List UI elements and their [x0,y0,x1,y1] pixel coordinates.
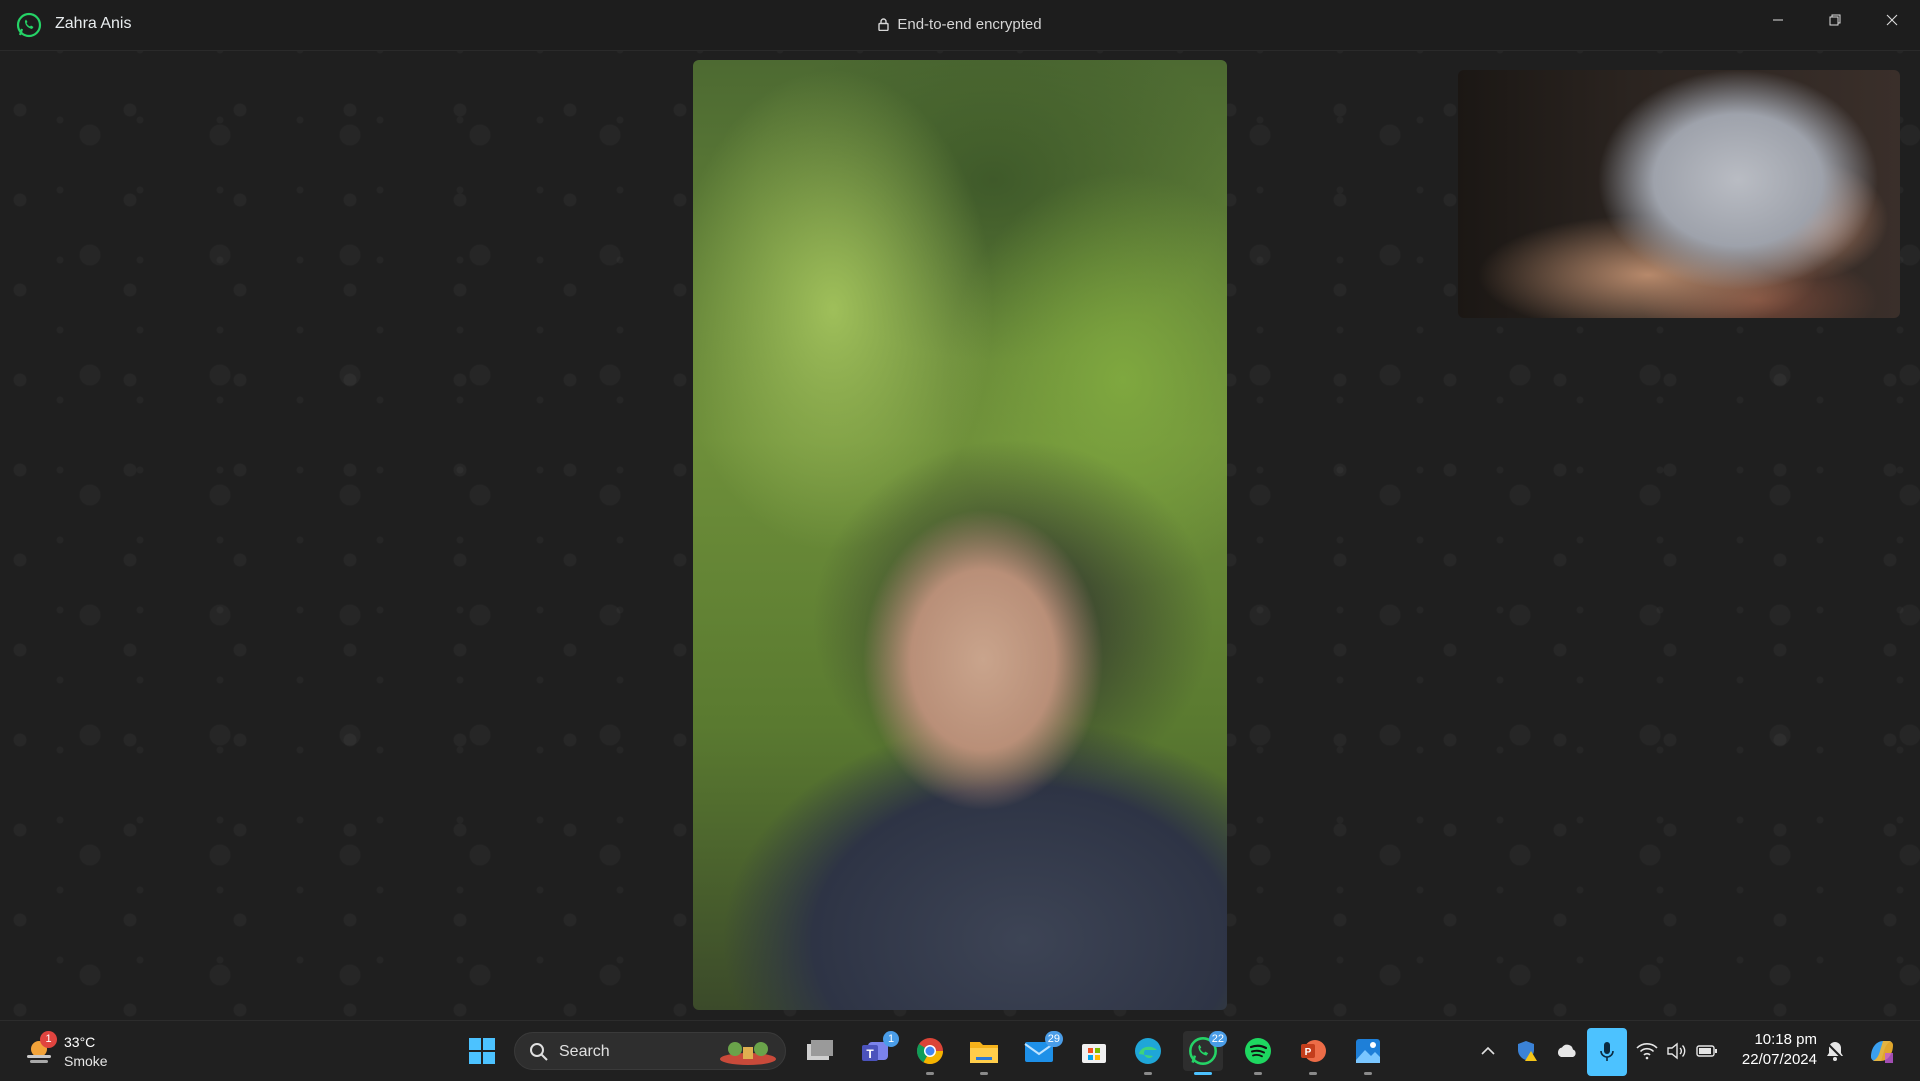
powerpoint-icon: P [1301,1040,1326,1062]
taskbar-app-teams[interactable]: T 1 [855,1031,899,1071]
remote-video-feed [693,60,1227,1010]
start-button[interactable] [462,1031,502,1071]
spotify-icon [1245,1038,1271,1064]
clock[interactable]: 10:18 pm 22/07/2024 [1735,1031,1817,1068]
show-hidden-icons-button[interactable] [1475,1035,1501,1067]
weather-notification-badge: 1 [40,1031,57,1048]
taskbar-search[interactable]: Search [514,1032,786,1070]
tray-battery[interactable] [1694,1035,1720,1067]
tray-onedrive[interactable] [1554,1035,1580,1067]
clock-time: 10:18 pm [1754,1031,1817,1048]
title-bar: Zahra Anis End-to-end encrypted [0,0,1920,51]
taskbar: 1 33°C Smoke Search T 1 29 22 P 10:18 pm… [0,1020,1920,1081]
clock-date: 22/07/2024 [1741,1051,1817,1068]
microphone-in-use-button[interactable] [1587,1028,1627,1076]
speaker-icon [1667,1042,1686,1060]
whatsapp-active-indicator [1194,1072,1212,1075]
spotify-running-indicator [1254,1072,1262,1075]
weather-widget[interactable]: 1 33°C Smoke [20,1031,130,1071]
security-shield-warning-icon [1518,1041,1537,1061]
mail-badge: 29 [1044,1031,1063,1047]
notification-bell-do-not-disturb-icon [1826,1042,1844,1061]
tray-volume[interactable] [1664,1035,1690,1067]
cloud-icon [1557,1044,1576,1057]
lock-icon [878,18,890,31]
taskbar-app-task-view[interactable] [800,1031,840,1071]
svg-text:P: P [1305,1047,1312,1058]
taskbar-app-chrome[interactable] [910,1031,950,1075]
weather-condition: Smoke [64,1053,108,1069]
notifications-button[interactable] [1822,1035,1848,1067]
taskbar-app-whatsapp[interactable]: 22 [1183,1031,1227,1075]
windows-logo-icon [469,1038,495,1064]
file-explorer-running-indicator [980,1072,988,1075]
weather-temperature: 33°C [64,1034,96,1050]
window-controls [1749,0,1920,40]
restore-icon [1829,14,1840,26]
tray-security[interactable] [1515,1035,1541,1067]
close-button[interactable] [1863,0,1920,40]
store-icon [1082,1044,1106,1063]
microphone-icon [1600,1042,1614,1061]
restore-button[interactable] [1806,0,1863,40]
chevron-up-icon [1481,1046,1495,1055]
search-icon [530,1043,548,1061]
call-window: Zahra Anis End-to-end encrypted [0,0,1920,1020]
tray-wifi[interactable] [1634,1035,1660,1067]
wifi-icon [1636,1043,1658,1060]
taskbar-app-mail[interactable]: 29 [1019,1031,1063,1071]
teams-badge: 1 [883,1031,899,1047]
minimize-button[interactable] [1749,0,1806,40]
taskbar-app-file-explorer[interactable] [964,1031,1004,1075]
powerpoint-running-indicator [1309,1072,1317,1075]
battery-icon [1696,1045,1717,1057]
taskbar-app-microsoft-store[interactable] [1074,1031,1114,1071]
taskbar-app-photos[interactable] [1348,1031,1388,1075]
whatsapp-badge: 22 [1208,1031,1227,1047]
svg-text:T: T [866,1047,874,1061]
search-placeholder: Search [559,1043,610,1060]
chrome-icon [916,1038,944,1065]
photos-running-indicator [1364,1072,1372,1075]
taskbar-app-spotify[interactable] [1238,1031,1278,1075]
search-highlight-illustration-icon [720,1042,776,1065]
close-icon [1886,14,1897,26]
encryption-text: End-to-end encrypted [897,16,1042,33]
taskbar-app-edge[interactable] [1128,1031,1168,1075]
folder-icon [970,1042,998,1063]
taskbar-app-powerpoint[interactable]: P [1293,1031,1333,1075]
copilot-button[interactable] [1865,1035,1899,1067]
copilot-icon [1871,1041,1893,1063]
edge-icon [1135,1038,1161,1064]
encryption-notice: End-to-end encrypted [0,16,1920,33]
task-view-icon [807,1040,833,1060]
edge-running-indicator [1144,1072,1152,1075]
photos-icon [1356,1039,1380,1063]
minimize-icon [1772,19,1783,21]
chrome-running-indicator [926,1072,934,1075]
self-video-preview[interactable] [1458,70,1900,318]
